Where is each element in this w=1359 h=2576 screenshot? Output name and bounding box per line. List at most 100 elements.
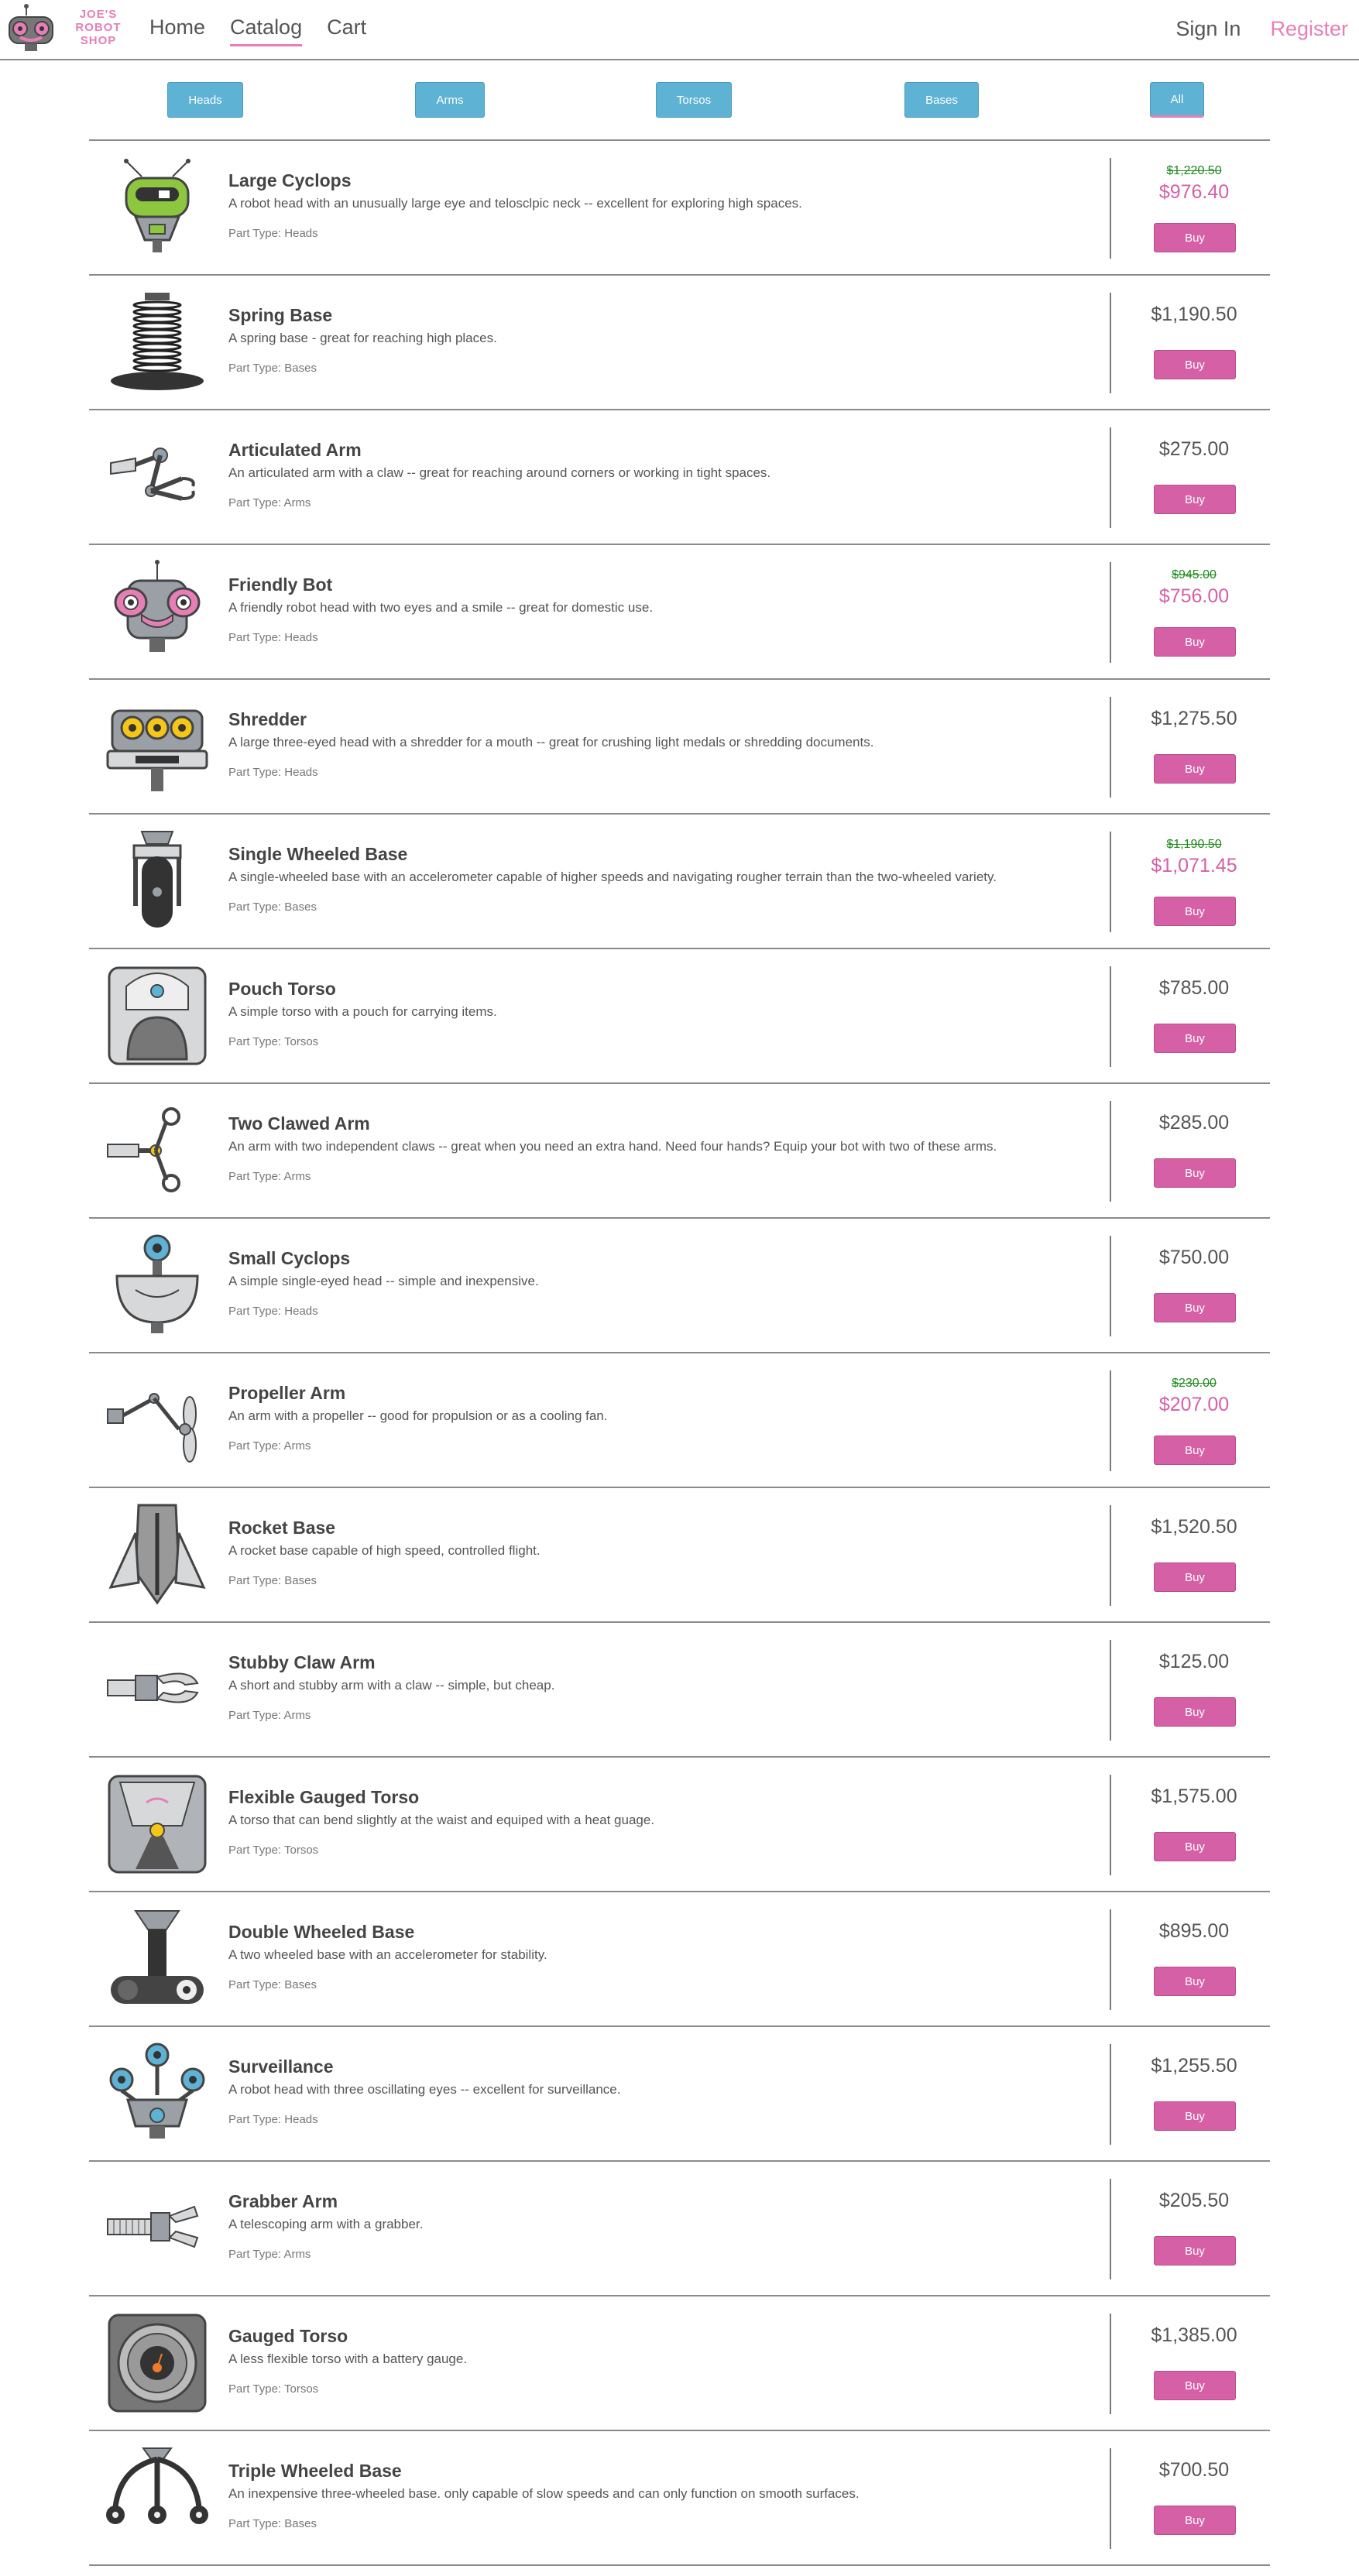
filter-all-button[interactable]: All (1150, 82, 1204, 118)
product-image[interactable] (105, 1906, 210, 2012)
buy-button-small-cyclops[interactable]: Buy (1154, 1293, 1236, 1322)
buy-button-single-wheeled-base[interactable]: Buy (1154, 897, 1236, 926)
product-info: Double Wheeled Base A two wheeled base w… (228, 1922, 1034, 1991)
product-image[interactable] (105, 559, 210, 664)
product-info: Pouch Torso A simple torso with a pouch … (228, 979, 1034, 1048)
buy-button-surveillance[interactable]: Buy (1154, 2101, 1236, 2131)
product-part-type: Part Type: Bases (228, 1978, 1034, 1991)
buy-button-gauged-torso[interactable]: Buy (1154, 2371, 1236, 2400)
part-type-prefix: Part Type: (228, 1035, 284, 1048)
price-divider (1110, 1370, 1111, 1471)
product-image[interactable] (105, 963, 210, 1068)
filter-torsos-button[interactable]: Torsos (656, 82, 732, 118)
price-divider (1110, 832, 1111, 932)
part-type-value: Heads (284, 631, 318, 644)
product-row: Double Wheeled Base A two wheeled base w… (89, 1892, 1270, 2027)
product-row: Small Cyclops A simple single-eyed head … (89, 1219, 1270, 1353)
product-image[interactable] (105, 290, 210, 395)
buy-button-flexible-gauged-torso[interactable]: Buy (1154, 1832, 1236, 1861)
product-image[interactable] (105, 1233, 210, 1338)
part-type-value: Bases (284, 1574, 317, 1587)
buy-button-spring-base[interactable]: Buy (1154, 350, 1236, 379)
product-image[interactable] (105, 2041, 210, 2146)
sign-in-link[interactable]: Sign In (1175, 17, 1241, 41)
product-row: Grabber Arm A telescoping arm with a gra… (89, 2162, 1270, 2296)
product-image[interactable] (105, 424, 210, 530)
part-type-prefix: Part Type: (228, 496, 284, 509)
product-image[interactable] (105, 2310, 210, 2416)
rocket-base-icon (108, 1504, 206, 1605)
part-type-prefix: Part Type: (228, 766, 285, 779)
product-price: $285.00 (1158, 1112, 1230, 1134)
product-row: Propeller Arm An arm with a propeller --… (89, 1353, 1270, 1488)
product-image[interactable] (105, 1098, 210, 1203)
product-image[interactable] (105, 1367, 210, 1473)
buy-button-friendly-bot[interactable]: Buy (1154, 627, 1236, 657)
articulated-arm-icon (110, 448, 195, 501)
price-divider (1110, 1101, 1111, 1202)
spring-base-icon (111, 293, 204, 390)
price-column: $1,220.50 $976.40 Buy (1113, 141, 1275, 273)
nav-cart-link[interactable]: Cart (327, 15, 366, 46)
product-info: Friendly Bot A friendly robot head with … (228, 575, 1034, 644)
price-column: $230.00 $207.00 Buy (1113, 1353, 1275, 1485)
buy-button-pouch-torso[interactable]: Buy (1154, 1024, 1236, 1053)
product-image[interactable] (105, 1637, 210, 1742)
product-description: An arm with a propeller -- good for prop… (228, 1408, 608, 1423)
product-info: Stubby Claw Arm A short and stubby arm w… (228, 1652, 1034, 1722)
part-type-value: Arms (283, 496, 311, 509)
product-image[interactable] (105, 1772, 210, 1877)
product-row: Two Clawed Arm An arm with two independe… (89, 1084, 1270, 1219)
product-image[interactable] (105, 1502, 210, 1607)
sale-price: $756.00 (1158, 585, 1230, 607)
product-part-type: Part Type: Torsos (228, 1844, 1034, 1857)
product-part-type: Part Type: Bases (228, 900, 1034, 914)
buy-button-triple-wheeled-base[interactable]: Buy (1154, 2506, 1236, 2535)
product-part-type: Part Type: Bases (228, 1574, 1034, 1587)
filter-bases-button[interactable]: Bases (904, 82, 979, 118)
product-part-type: Part Type: Arms (228, 1709, 1034, 1722)
buy-button-two-clawed-arm[interactable]: Buy (1154, 1158, 1236, 1188)
product-description: An articulated arm with a claw -- great … (228, 465, 771, 480)
price-column: $205.50 Buy (1113, 2162, 1275, 2293)
nav-home-link[interactable]: Home (149, 15, 205, 46)
logo[interactable]: JOE'S ROBOT SHOP (5, 3, 129, 56)
product-row: Rocket Base A rocket base capable of hig… (89, 1488, 1270, 1623)
price-divider (1110, 1775, 1111, 1875)
product-title: Spring Base (228, 305, 333, 325)
category-filter-bar: Heads Arms Torsos Bases All (89, 60, 1270, 141)
price-divider (1110, 1640, 1111, 1741)
buy-button-grabber-arm[interactable]: Buy (1154, 2236, 1236, 2266)
flexible-gauged-torso-icon (108, 1775, 207, 1874)
product-image[interactable] (105, 694, 210, 799)
filter-arms-button[interactable]: Arms (415, 82, 485, 118)
buy-button-rocket-base[interactable]: Buy (1154, 1562, 1236, 1592)
part-type-prefix: Part Type: (228, 2382, 284, 2396)
product-description: A simple torso with a pouch for carrying… (228, 1004, 497, 1019)
price-column: $1,190.50 $1,071.45 Buy (1113, 815, 1275, 946)
price-column: $1,385.00 Buy (1113, 2296, 1275, 2428)
main-nav: Home Catalog Cart (149, 15, 391, 46)
part-type-value: Arms (283, 2248, 311, 2261)
buy-button-large-cyclops[interactable]: Buy (1154, 223, 1236, 252)
product-image[interactable] (105, 828, 210, 934)
nav-catalog-link[interactable]: Catalog (230, 15, 303, 46)
product-info: Flexible Gauged Torso A torso that can b… (228, 1787, 1034, 1857)
buy-button-propeller-arm[interactable]: Buy (1154, 1435, 1236, 1465)
product-image[interactable] (105, 2176, 210, 2281)
product-row: Gauged Torso A less flexible torso with … (89, 2296, 1270, 2431)
buy-button-stubby-claw-arm[interactable]: Buy (1154, 1697, 1236, 1727)
filter-heads-button[interactable]: Heads (167, 82, 243, 118)
buy-button-articulated-arm[interactable]: Buy (1154, 485, 1236, 514)
product-title: Small Cyclops (228, 1248, 351, 1268)
product-price: $750.00 (1158, 1247, 1230, 1268)
product-image[interactable] (105, 2445, 210, 2550)
product-image[interactable] (105, 155, 210, 260)
price-divider (1110, 966, 1111, 1067)
product-row: Shredder A large three-eyed head with a … (89, 680, 1270, 815)
buy-button-shredder[interactable]: Buy (1154, 754, 1236, 784)
part-type-value: Arms (283, 1439, 311, 1453)
buy-button-double-wheeled-base[interactable]: Buy (1154, 1967, 1236, 1996)
register-link[interactable]: Register (1270, 17, 1348, 41)
product-row: Stubby Claw Arm A short and stubby arm w… (89, 1623, 1270, 1758)
